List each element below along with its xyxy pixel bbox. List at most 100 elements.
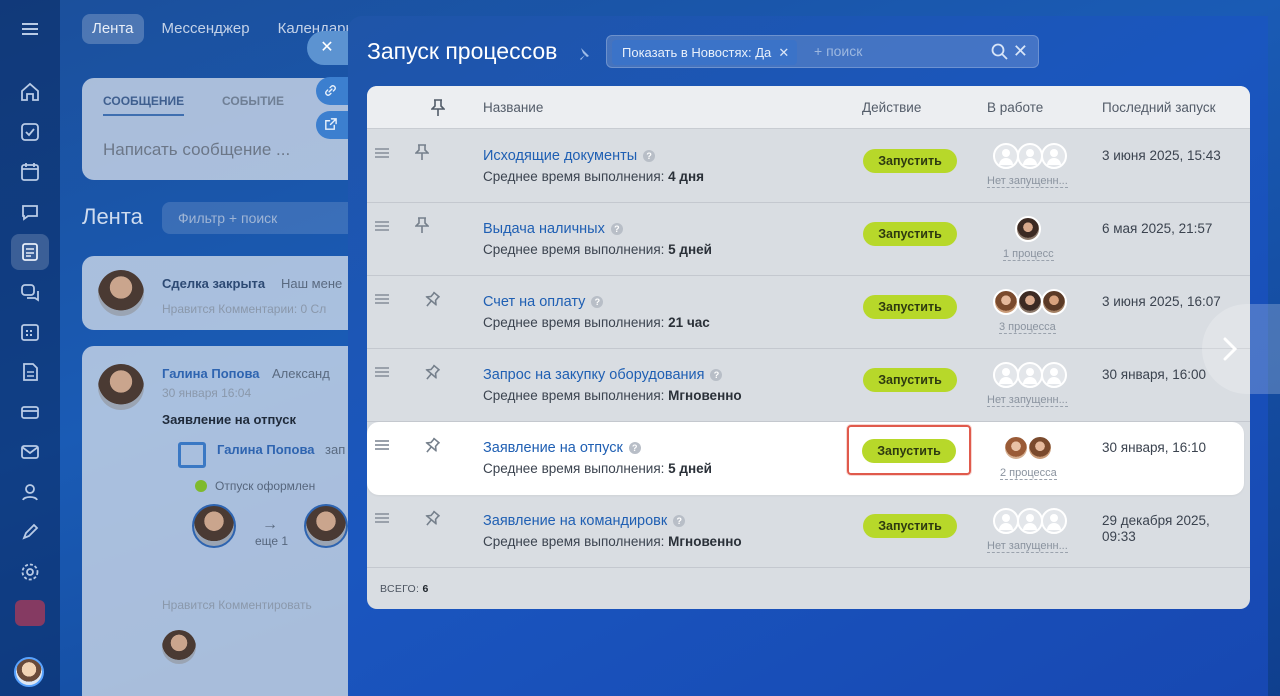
- drag-handle-icon[interactable]: [375, 221, 389, 231]
- last-run-date: 30 января, 16:10: [1102, 440, 1207, 455]
- settings-icon[interactable]: [19, 561, 41, 583]
- post-input[interactable]: Написать сообщение ...: [103, 140, 290, 160]
- process-launch-slider: Запуск процессов Показать в Новостях: Да…: [348, 16, 1268, 696]
- news-inner-author[interactable]: Галина Попова: [217, 442, 315, 457]
- avatar: [1027, 435, 1053, 461]
- open-new-window-button[interactable]: [316, 111, 350, 139]
- avatar: [1041, 508, 1067, 534]
- search-icon[interactable]: [991, 43, 1008, 60]
- slider-close-button[interactable]: ✕: [307, 31, 351, 65]
- chip-close-icon[interactable]: ✕: [778, 40, 789, 65]
- run-button[interactable]: Запустить: [863, 222, 957, 246]
- process-name-link[interactable]: Запрос на закупку оборудования?: [483, 367, 723, 383]
- in-work-avatars[interactable]: Нет запущенн...: [987, 143, 1083, 188]
- help-icon[interactable]: ?: [628, 442, 641, 454]
- tasks-icon[interactable]: [19, 121, 41, 143]
- in-work-caption[interactable]: Нет запущенн...: [987, 175, 1068, 188]
- news-date: 30 января 16:04: [162, 386, 252, 400]
- process-name-link[interactable]: Заявление на командировк?: [483, 513, 686, 529]
- run-button[interactable]: Запустить: [863, 514, 957, 538]
- messenger-icon[interactable]: [19, 281, 41, 303]
- post-tab-message[interactable]: СООБЩЕНИЕ: [103, 94, 185, 116]
- column-header-in-work[interactable]: В работе: [987, 100, 1043, 115]
- in-work-caption[interactable]: 1 процесс: [1003, 248, 1054, 261]
- news-target[interactable]: Александ: [272, 366, 330, 381]
- app-badge-icon[interactable]: [15, 600, 45, 626]
- external-link-icon: [325, 118, 337, 130]
- menu-icon[interactable]: [19, 18, 41, 40]
- process-name-link[interactable]: Исходящие документы?: [483, 148, 656, 164]
- help-icon[interactable]: ?: [610, 223, 623, 235]
- pin-icon[interactable]: [421, 289, 442, 310]
- post-tab-event[interactable]: СОБЫТИЕ: [222, 94, 284, 108]
- in-work-avatars[interactable]: Нет запущенн...: [987, 362, 1083, 407]
- process-name-link[interactable]: Счет на оплату?: [483, 294, 604, 310]
- pin-icon[interactable]: [576, 47, 590, 61]
- schedule-icon[interactable]: [19, 321, 41, 343]
- column-header-last-run[interactable]: Последний запуск: [1102, 100, 1215, 115]
- in-work-caption[interactable]: 2 процесса: [1000, 467, 1057, 480]
- pinned-icon[interactable]: [414, 217, 430, 233]
- help-icon[interactable]: ?: [710, 369, 723, 381]
- in-work-avatars[interactable]: 1 процесс: [987, 216, 1083, 261]
- feed-filter-input[interactable]: Фильтр + поиск: [162, 202, 362, 234]
- drag-handle-icon[interactable]: [375, 148, 389, 158]
- tab-feed[interactable]: Лента: [82, 14, 144, 44]
- pin-icon[interactable]: [421, 508, 442, 529]
- run-button[interactable]: Запустить: [863, 368, 957, 392]
- card-icon[interactable]: [19, 401, 41, 423]
- table-row-highlighted[interactable]: Заявление на отпуск? Среднее время выпол…: [367, 422, 1244, 495]
- calendar-icon[interactable]: [19, 161, 41, 183]
- in-work-caption[interactable]: Нет запущенн...: [987, 540, 1068, 553]
- drag-handle-icon[interactable]: [375, 367, 389, 377]
- help-icon[interactable]: ?: [591, 296, 604, 308]
- avatar: [98, 270, 144, 316]
- process-name-link[interactable]: Заявление на отпуск?: [483, 440, 641, 456]
- in-work-caption[interactable]: Нет запущенн...: [987, 394, 1068, 407]
- table-row[interactable]: Запрос на закупку оборудования? Среднее …: [367, 349, 1250, 422]
- feed-icon[interactable]: [19, 241, 41, 263]
- filter-search-bar[interactable]: Показать в Новостях: Да ✕ + поиск ✕: [606, 35, 1039, 68]
- table-row[interactable]: Счет на оплату? Среднее время выполнения…: [367, 276, 1250, 349]
- process-name-link[interactable]: Выдача наличных?: [483, 221, 623, 237]
- filter-chip[interactable]: Показать в Новостях: Да ✕: [612, 40, 798, 65]
- column-header-action[interactable]: Действие: [862, 100, 921, 115]
- pin-icon[interactable]: [421, 435, 442, 456]
- search-input[interactable]: + поиск: [814, 43, 862, 59]
- tab-messenger[interactable]: Мессенджер: [152, 14, 260, 44]
- drag-handle-icon[interactable]: [375, 440, 389, 450]
- document-icon[interactable]: [19, 361, 41, 383]
- last-run-date: 29 декабря 2025, 09:33: [1102, 513, 1210, 544]
- pinned-icon[interactable]: [414, 144, 430, 160]
- run-button[interactable]: Запустить: [862, 439, 956, 463]
- chevron-right-icon: [1223, 337, 1238, 361]
- run-button[interactable]: Запустить: [863, 149, 957, 173]
- run-button[interactable]: Запустить: [863, 295, 957, 319]
- mail-icon[interactable]: [19, 441, 41, 463]
- news-actions[interactable]: Нравится Комментировать: [162, 598, 312, 612]
- in-work-caption[interactable]: 3 процесса: [999, 321, 1056, 334]
- chat-icon[interactable]: [19, 201, 41, 223]
- in-work-avatars[interactable]: 2 процесса: [987, 435, 1083, 480]
- table-row[interactable]: Выдача наличных? Среднее время выполнени…: [367, 203, 1250, 276]
- pin-icon[interactable]: [421, 362, 442, 383]
- home-icon[interactable]: [19, 81, 41, 103]
- pencil-icon[interactable]: [19, 521, 41, 543]
- table-row[interactable]: Заявление на командировк? Среднее время …: [367, 495, 1250, 568]
- clear-search-icon[interactable]: ✕: [1013, 42, 1028, 60]
- news-author[interactable]: Галина Попова: [162, 366, 260, 381]
- copy-link-button[interactable]: [316, 77, 350, 105]
- process-avg-time: Среднее время выполнения: 21 час: [483, 315, 710, 330]
- news-subject: Заявление на отпуск: [162, 412, 296, 427]
- in-work-avatars[interactable]: 3 процесса: [987, 289, 1083, 334]
- drag-handle-icon[interactable]: [375, 294, 389, 304]
- help-icon[interactable]: ?: [673, 515, 686, 527]
- pin-column-icon[interactable]: [430, 99, 446, 116]
- in-work-avatars[interactable]: Нет запущенн...: [987, 508, 1083, 553]
- contacts-icon[interactable]: [19, 481, 41, 503]
- user-avatar[interactable]: [14, 657, 44, 687]
- help-icon[interactable]: ?: [643, 150, 656, 162]
- table-row[interactable]: Исходящие документы? Среднее время выпол…: [367, 130, 1250, 203]
- drag-handle-icon[interactable]: [375, 513, 389, 523]
- column-header-name[interactable]: Название: [483, 100, 543, 115]
